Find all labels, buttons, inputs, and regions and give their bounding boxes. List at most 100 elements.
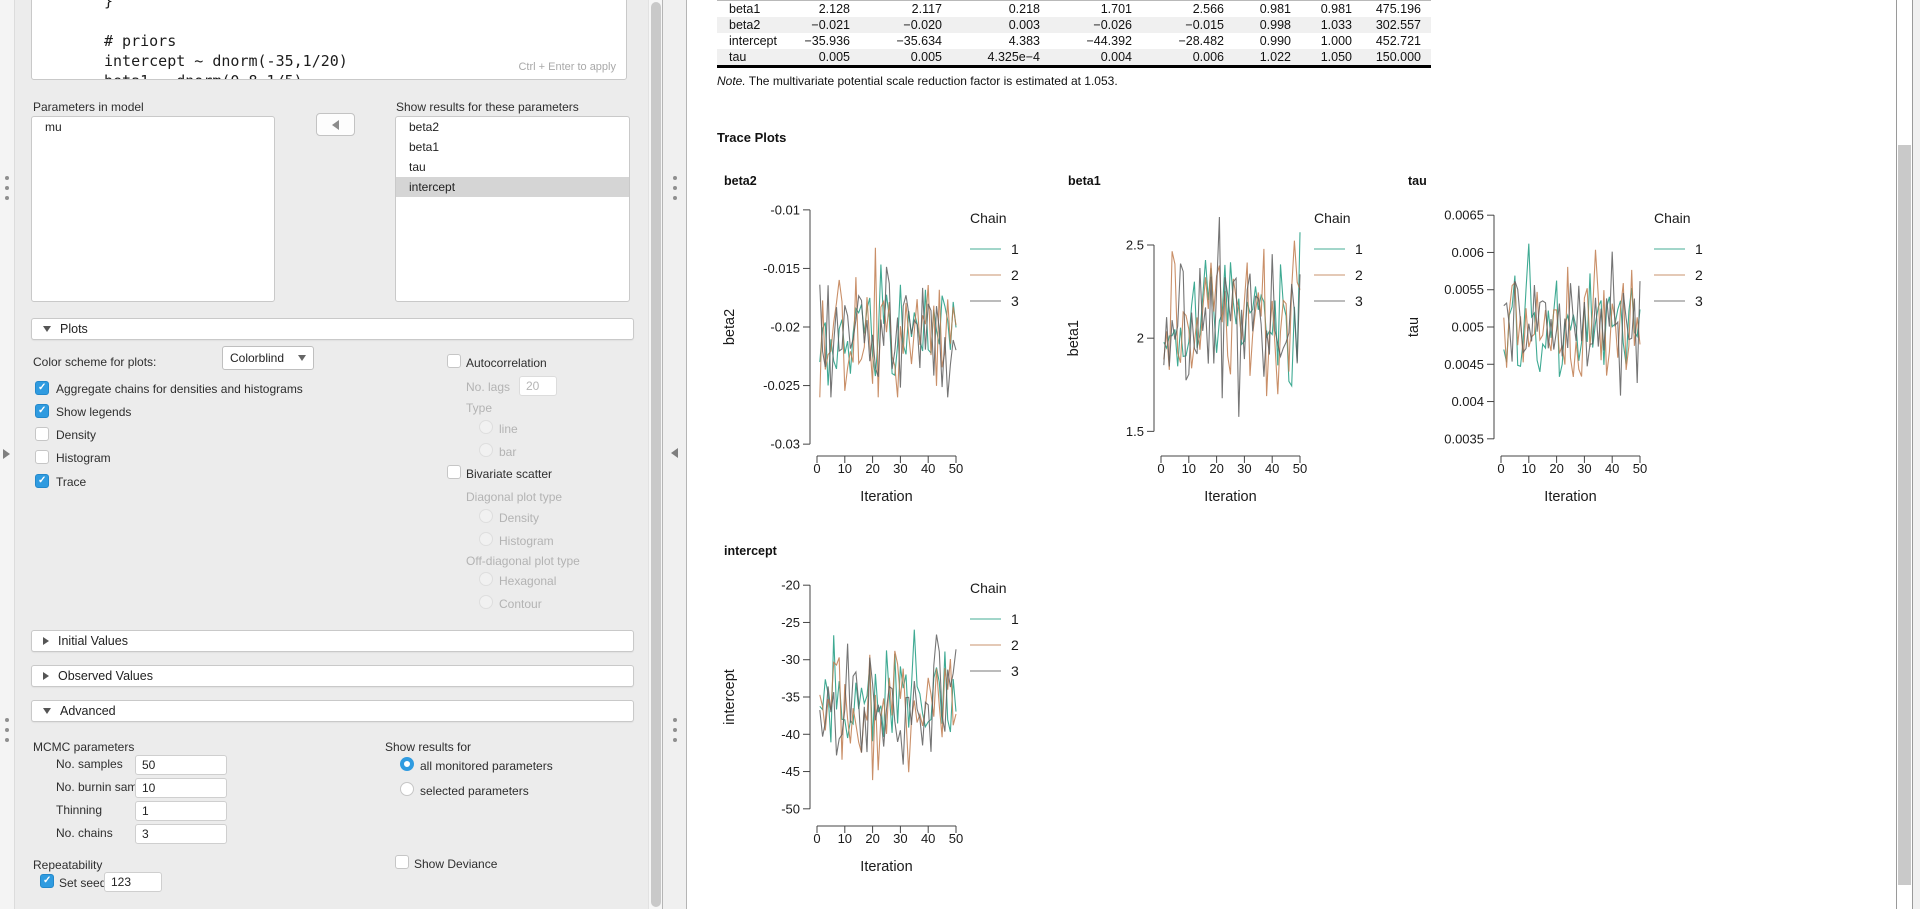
plot-option-checkbox-histogram[interactable] [35,450,49,464]
offdiagonal-hexagonal-radio[interactable] [479,572,493,586]
drag-grip-icon[interactable] [673,718,677,722]
collapse-arrow-icon [43,708,51,714]
diagonal-histogram-radio[interactable] [479,532,493,546]
section-advanced-label: Advanced [60,704,116,718]
mcmc-field-input-no-burnin-samples[interactable]: 10 [135,778,227,798]
svg-text:0: 0 [1497,461,1504,476]
list-item-beta1[interactable]: beta1 [396,137,629,157]
type-bar-radio[interactable] [479,443,493,457]
legend-entry: 2 [1695,267,1703,283]
plot-option-checkbox-density[interactable] [35,427,49,441]
plot-option-checkbox-trace[interactable] [35,474,49,488]
trace-plots-heading: Trace Plots [717,130,786,145]
mcmc-field-input-thinning[interactable]: 1 [135,801,227,821]
trace-plot-canvas: 0.00650.0060.00550.0050.00450.0040.0035t… [1402,192,1732,526]
table-cell: −0.020 [860,17,952,33]
drag-grip-icon[interactable] [673,176,677,180]
bivariate-scatter-checkbox[interactable] [447,465,461,479]
plot-option-checkbox-aggregate-chains-for-densities-and-histograms[interactable] [35,381,49,395]
autocorrelation-checkbox[interactable] [447,354,461,368]
plot-option-label: Density [56,428,96,442]
move-left-button[interactable] [316,113,355,136]
plot-title: intercept [718,536,1048,562]
diagonal-density-radio[interactable] [479,509,493,523]
table-cell: 0.005 [860,49,952,67]
svg-text:30: 30 [893,461,907,476]
type-line-label: line [499,422,518,436]
legend-title: Chain [970,580,1007,596]
all-monitored-radio[interactable] [400,757,414,771]
section-plots[interactable]: Plots [31,318,634,340]
svg-text:-20: -20 [781,578,800,593]
selected-params-radio[interactable] [400,782,414,796]
section-advanced[interactable]: Advanced [31,700,634,722]
seed-input[interactable]: 123 [104,872,162,892]
drag-grip-icon[interactable] [5,718,9,722]
plot-option-label: Aggregate chains for densities and histo… [56,382,303,396]
svg-text:0: 0 [813,831,820,846]
mcmc-field-input-no-samples[interactable]: 50 [135,755,227,775]
type-line-radio[interactable] [479,420,493,434]
svg-text:2.5: 2.5 [1126,238,1144,253]
table-cell: 0.005 [795,49,860,67]
drag-grip-icon[interactable] [5,728,9,732]
expand-panel-arrow-icon[interactable] [3,449,10,459]
show-deviance-checkbox[interactable] [395,855,409,869]
legend-entry: 3 [1011,293,1019,309]
trace-plot-tau: tau0.00650.0060.00550.0050.00450.0040.00… [1402,166,1732,526]
drag-grip-icon[interactable] [5,176,9,180]
drag-grip-icon[interactable] [5,738,9,742]
list-item-intercept[interactable]: intercept [396,177,629,197]
assigned-params-list[interactable]: beta2beta1tauintercept [395,116,630,302]
table-cell: tau [717,49,795,67]
svg-text:20: 20 [1209,461,1223,476]
mcmc-summary-table: beta12.1282.1170.2181.7012.5660.9810.981… [717,0,1431,68]
drag-grip-icon[interactable] [5,196,9,200]
svg-text:50: 50 [949,461,963,476]
note-text: The multivariate potential scale reducti… [746,74,1118,88]
offdiagonal-plot-type-label: Off-diagonal plot type [466,554,580,568]
options-scrollbar[interactable] [648,0,663,909]
available-params-list[interactable]: mu [31,116,275,302]
drag-grip-icon[interactable] [5,186,9,190]
trace-plot-canvas: 2.521.5beta101020304050IterationChain123 [1062,192,1392,526]
drag-grip-icon[interactable] [673,186,677,190]
drag-grip-icon[interactable] [673,728,677,732]
svg-text:10: 10 [838,461,852,476]
no-lags-input[interactable]: 20 [519,376,557,396]
model-code-editor[interactable]: } # priors intercept ~ dnorm(-35,1/20) b… [31,0,627,80]
legend-entry: 2 [1355,267,1363,283]
section-observed-values[interactable]: Observed Values [31,665,634,687]
collapse-panel-arrow-icon[interactable] [671,448,678,458]
set-seed-checkbox[interactable] [40,874,54,888]
all-monitored-label: all monitored parameters [420,759,553,773]
plot-option-checkbox-show-legends[interactable] [35,404,49,418]
svg-text:beta1: beta1 [1066,320,1082,356]
svg-text:-25: -25 [781,615,800,630]
panel-divider[interactable] [662,0,687,909]
list-item-tau[interactable]: tau [396,157,629,177]
svg-text:50: 50 [949,831,963,846]
results-scrollbar[interactable] [1896,0,1913,909]
color-scheme-dropdown[interactable]: Colorblind [222,346,314,370]
mcmc-field-input-no-chains[interactable]: 3 [135,824,227,844]
list-item-beta2[interactable]: beta2 [396,117,629,137]
list-item-mu[interactable]: mu [32,117,274,137]
drag-grip-icon[interactable] [673,196,677,200]
options-scrollbar-thumb[interactable] [651,2,661,907]
table-cell: 1.022 [1234,49,1301,67]
table-cell: 1.701 [1050,1,1142,18]
drag-grip-icon[interactable] [673,738,677,742]
table-cell: −35.634 [860,33,952,49]
table-cell: 1.033 [1301,17,1362,33]
legend-entry: 1 [1011,241,1019,257]
table-cell: 0.003 [952,17,1050,33]
trace-plot-canvas: -0.01-0.015-0.02-0.025-0.03beta201020304… [718,192,1048,526]
section-plots-label: Plots [60,322,88,336]
results-scrollbar-thumb[interactable] [1898,145,1911,885]
mcmc-parameters-label: MCMC parameters [33,740,134,754]
section-initial-values[interactable]: Initial Values [31,630,634,652]
offdiagonal-contour-radio[interactable] [479,595,493,609]
section-initial-values-label: Initial Values [58,634,128,648]
diagonal-plot-type-label: Diagonal plot type [466,490,562,504]
